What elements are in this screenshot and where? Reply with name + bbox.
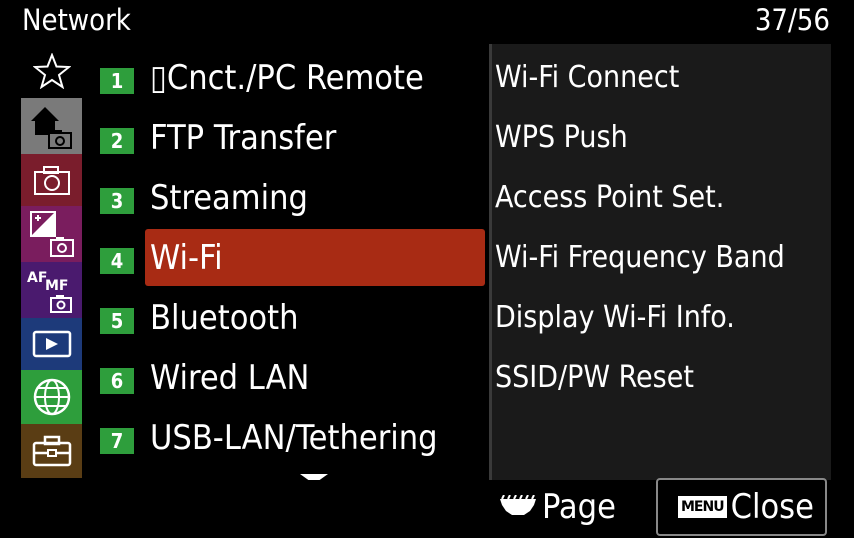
menu-item-label: Wi-Fi [150, 238, 223, 278]
item-number-badge: 1 [100, 68, 134, 94]
globe-icon [33, 378, 70, 416]
camera-icon [33, 166, 70, 195]
page-hint[interactable]: Page [498, 487, 616, 527]
menu-item-label: USB-LAN/Tethering [150, 418, 438, 458]
submenu-item-access-point-set: Access Point Set. [495, 180, 725, 215]
header-bar: Network 37/56 [0, 0, 854, 44]
submenu-item-wps-push: WPS Push [495, 120, 628, 155]
close-label: Close [730, 487, 814, 527]
tab-main[interactable] [21, 98, 82, 154]
tab-network[interactable] [21, 370, 82, 424]
menu-button-icon: MENU [678, 496, 727, 518]
submenu-item-ssid-pw-reset: SSID/PW Reset [495, 360, 694, 395]
tab-focus[interactable]: AF MF [21, 262, 82, 318]
tab-my-menu[interactable] [21, 44, 82, 98]
tab-exposure[interactable] [21, 206, 82, 262]
menu-item-streaming[interactable]: 3 Streaming [82, 168, 489, 228]
item-number-badge: 7 [100, 428, 134, 454]
af-mf-icon: AF MF [27, 270, 72, 313]
submenu-preview: Wi-Fi Connect WPS Push Access Point Set.… [492, 44, 831, 480]
menu-item-label: FTP Transfer [150, 118, 337, 158]
item-number-badge: 2 [100, 128, 134, 154]
close-button[interactable]: MENU Close [656, 478, 827, 536]
mf-text: MF [45, 278, 69, 294]
toolbox-icon [32, 435, 71, 467]
exposure-camera-icon [29, 211, 74, 257]
footer-bar: Page MENU Close [0, 478, 854, 538]
tab-playback[interactable] [21, 318, 82, 370]
menu-item-bluetooth[interactable]: 5 Bluetooth [82, 288, 489, 348]
tab-shooting[interactable] [21, 154, 82, 206]
menu-item-wired-lan[interactable]: 6 Wired LAN [82, 348, 489, 408]
tab-setup[interactable] [21, 424, 82, 478]
submenu-item-display-wifi-info: Display Wi-Fi Info. [495, 300, 735, 335]
star-icon [32, 53, 71, 89]
item-number-badge: 4 [100, 248, 134, 274]
menu-item-ftp-transfer[interactable]: 2 FTP Transfer [82, 108, 489, 168]
menu-item-label: Wired LAN [150, 358, 310, 398]
menu-item-usb-lan-tethering[interactable]: 7 USB-LAN/Tethering [82, 408, 489, 468]
home-camera-icon [30, 107, 72, 149]
item-number-badge: 6 [100, 368, 134, 394]
network-menu-list: 1 ▯Cnct./PC Remote 2 FTP Transfer 3 Stre… [82, 44, 489, 480]
menu-item-label: ▯Cnct./PC Remote [150, 58, 424, 98]
page-title: Network [22, 3, 131, 37]
playback-icon [32, 330, 71, 358]
item-number-badge: 5 [100, 308, 134, 334]
submenu-item-wifi-connect: Wi-Fi Connect [495, 60, 680, 95]
page-dial-icon [500, 495, 536, 515]
menu-item-cnct-pc-remote[interactable]: 1 ▯Cnct./PC Remote [82, 48, 489, 108]
page-count: 37/56 [754, 3, 830, 37]
item-number-badge: 3 [100, 188, 134, 214]
page-label: Page [542, 487, 616, 527]
category-sidebar: AF MF [21, 44, 82, 480]
menu-item-wifi[interactable]: 4 Wi-Fi [82, 228, 489, 288]
submenu-item-wifi-frequency-band: Wi-Fi Frequency Band [495, 240, 785, 275]
menu-item-label: Streaming [150, 178, 308, 218]
menu-item-label: Bluetooth [150, 298, 299, 338]
